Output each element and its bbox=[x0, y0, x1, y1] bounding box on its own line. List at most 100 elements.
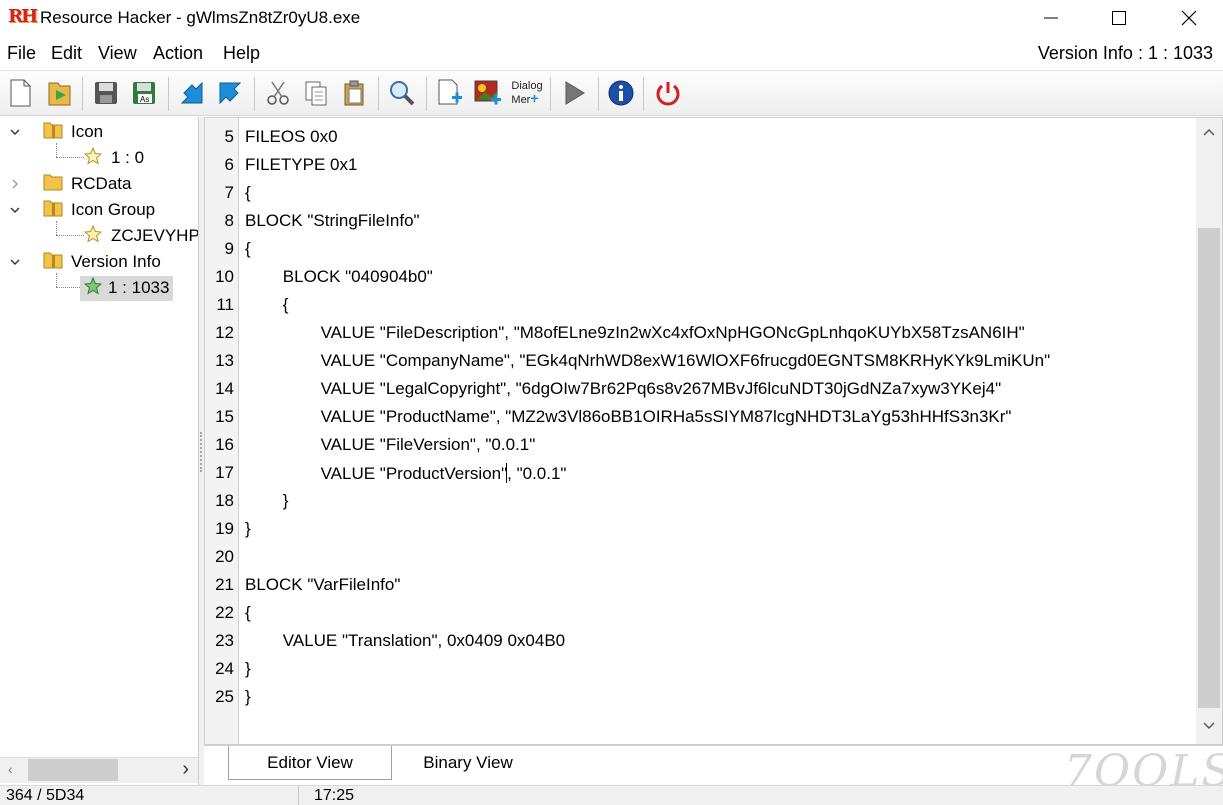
app-logo: RH bbox=[8, 6, 38, 27]
cut-button[interactable] bbox=[260, 75, 296, 111]
code-line[interactable]: VALUE "LegalCopyright", "6dgOIw7Br62Pq6s… bbox=[245, 379, 1002, 399]
code-line[interactable]: { bbox=[245, 295, 289, 315]
code-line[interactable]: { bbox=[245, 603, 251, 623]
menu-file[interactable]: File bbox=[7, 43, 36, 64]
line-number: 24 bbox=[215, 659, 234, 678]
code-line[interactable]: FILEOS 0x0 bbox=[245, 127, 338, 147]
tree-item-label: 1 : 0 bbox=[111, 148, 145, 167]
line-number: 14 bbox=[215, 379, 234, 398]
current-resource-label: Version Info : 1 : 1033 bbox=[1037, 43, 1213, 63]
new-button[interactable] bbox=[2, 75, 38, 111]
line-number: 9 bbox=[224, 239, 234, 258]
code-line[interactable]: } bbox=[245, 519, 251, 539]
line-number: 15 bbox=[215, 407, 234, 426]
copy-icon bbox=[305, 81, 327, 106]
close-button[interactable] bbox=[1166, 0, 1212, 36]
code-line[interactable]: BLOCK "VarFileInfo" bbox=[245, 575, 400, 595]
code-text-after-caret: , "0.0.1" bbox=[507, 464, 567, 483]
tree-item-rcdata[interactable]: RCData bbox=[8, 172, 134, 196]
menu-action[interactable]: Action bbox=[153, 43, 203, 64]
save-as-icon: As bbox=[133, 82, 155, 104]
editor-vertical-scrollbar[interactable] bbox=[1196, 118, 1222, 744]
scroll-left-icon[interactable]: ‹ bbox=[8, 761, 13, 777]
scroll-right-icon[interactable]: › bbox=[182, 758, 189, 781]
tree-item-label: Version Info bbox=[71, 252, 161, 271]
open-button[interactable] bbox=[42, 75, 78, 111]
compile-forward-button[interactable] bbox=[212, 75, 248, 111]
code-line[interactable]: VALUE "Translation", 0x0409 0x04B0 bbox=[245, 631, 565, 651]
maximize-button[interactable] bbox=[1096, 0, 1142, 36]
dialog-menu-button[interactable]: Dialog Mer+ bbox=[508, 75, 546, 111]
code-line[interactable]: BLOCK "StringFileInfo" bbox=[245, 211, 420, 231]
minimize-button[interactable] bbox=[1028, 0, 1074, 36]
line-number: 17 bbox=[215, 463, 234, 482]
status-offset: 364 / 5D34 bbox=[6, 787, 85, 804]
view-tabs: Editor View Binary View 7OOLS bbox=[204, 745, 1223, 797]
tree-item-label: Icon Group bbox=[71, 200, 156, 219]
tab-binary-view[interactable]: Binary View bbox=[392, 746, 544, 780]
code-line[interactable]: VALUE "ProductVersion", "0.0.1" bbox=[245, 463, 566, 484]
code-line[interactable]: VALUE "ProductName", "MZ2w3Vl86oBB1OIRHa… bbox=[245, 407, 1012, 427]
open-folder-icon bbox=[48, 82, 71, 106]
paste-button[interactable] bbox=[336, 75, 372, 111]
copy-button[interactable] bbox=[298, 75, 334, 111]
chevron-down-icon[interactable] bbox=[8, 203, 22, 217]
line-number: 20 bbox=[215, 547, 234, 566]
scroll-thumb[interactable] bbox=[28, 759, 118, 781]
line-number: 7 bbox=[224, 183, 234, 202]
code-line[interactable]: VALUE "FileVersion", "0.0.1" bbox=[245, 435, 536, 455]
code-line[interactable]: VALUE "FileDescription", "M8ofELne9zIn2w… bbox=[245, 323, 1025, 343]
add-image-resource-button[interactable] bbox=[470, 75, 506, 111]
tree-horizontal-scrollbar[interactable]: ‹ › bbox=[0, 757, 198, 783]
chevron-down-icon[interactable] bbox=[8, 255, 22, 269]
line-number: 19 bbox=[215, 519, 234, 538]
star-icon bbox=[83, 224, 103, 248]
folder-icon bbox=[42, 250, 64, 275]
chevron-right-icon[interactable] bbox=[8, 177, 22, 191]
code-line[interactable]: { bbox=[245, 183, 251, 203]
arrow-right-blue-icon bbox=[219, 82, 242, 105]
tree-item-icon-group[interactable]: Icon Group bbox=[8, 198, 158, 222]
menu-edit[interactable]: Edit bbox=[51, 43, 82, 64]
run-script-button[interactable] bbox=[556, 75, 592, 111]
code-line[interactable]: FILETYPE 0x1 bbox=[245, 155, 357, 175]
minimize-icon bbox=[1044, 17, 1058, 19]
tree-item-icon-group-entry[interactable]: ZCJEVYHP7 bbox=[83, 224, 198, 248]
script-editor[interactable]: 5 6 7 8 9 10 11 12 13 14 15 16 17 18 19 20 21 22 23 24 25 FI… bbox=[204, 117, 1223, 745]
power-icon bbox=[656, 82, 680, 106]
save-icon bbox=[95, 82, 117, 104]
line-number: 13 bbox=[215, 351, 234, 370]
code-line[interactable]: } bbox=[245, 687, 251, 707]
code-line[interactable]: { bbox=[245, 239, 251, 259]
scissors-icon bbox=[267, 81, 289, 105]
code-line[interactable]: VALUE "CompanyName", "EGk4qNrhWD8exW16Wl… bbox=[245, 351, 1051, 371]
find-button[interactable] bbox=[384, 75, 420, 111]
menu-view[interactable]: View bbox=[98, 43, 137, 64]
tree-item-version-info-1-1033[interactable]: 1 : 1033 bbox=[80, 275, 174, 301]
tree-item-label: 1 : 1033 bbox=[108, 278, 170, 297]
line-number: 5 bbox=[224, 127, 234, 146]
tab-editor-view[interactable]: Editor View bbox=[228, 746, 392, 780]
tree-item-icon[interactable]: Icon bbox=[8, 120, 106, 144]
code-line[interactable]: } bbox=[245, 491, 289, 511]
scroll-up-icon[interactable] bbox=[1196, 122, 1222, 142]
chevron-down-icon[interactable] bbox=[8, 125, 22, 139]
scroll-thumb[interactable] bbox=[1198, 228, 1220, 708]
exit-button[interactable] bbox=[650, 75, 686, 111]
code-line[interactable]: } bbox=[245, 659, 251, 679]
folder-icon bbox=[42, 198, 64, 223]
tree-item-version-info[interactable]: Version Info bbox=[8, 250, 164, 274]
scroll-down-icon[interactable] bbox=[1196, 716, 1222, 736]
code-line[interactable]: BLOCK "040904b0" bbox=[245, 267, 433, 287]
line-number: 12 bbox=[215, 323, 234, 342]
new-file-icon bbox=[10, 79, 31, 107]
tree-item-icon-1-0[interactable]: 1 : 0 bbox=[83, 146, 147, 170]
add-blank-resource-button[interactable] bbox=[432, 75, 468, 111]
compile-back-button[interactable] bbox=[174, 75, 210, 111]
save-button[interactable] bbox=[88, 75, 124, 111]
menu-help[interactable]: Help bbox=[223, 43, 260, 64]
status-cursor-position: 17:25 bbox=[314, 787, 355, 804]
save-as-button[interactable]: As bbox=[126, 75, 162, 111]
title-bar: RH Resource Hacker - gWlmsZn8tZr0yU8.exe bbox=[0, 0, 1223, 36]
about-button[interactable] bbox=[603, 75, 639, 111]
